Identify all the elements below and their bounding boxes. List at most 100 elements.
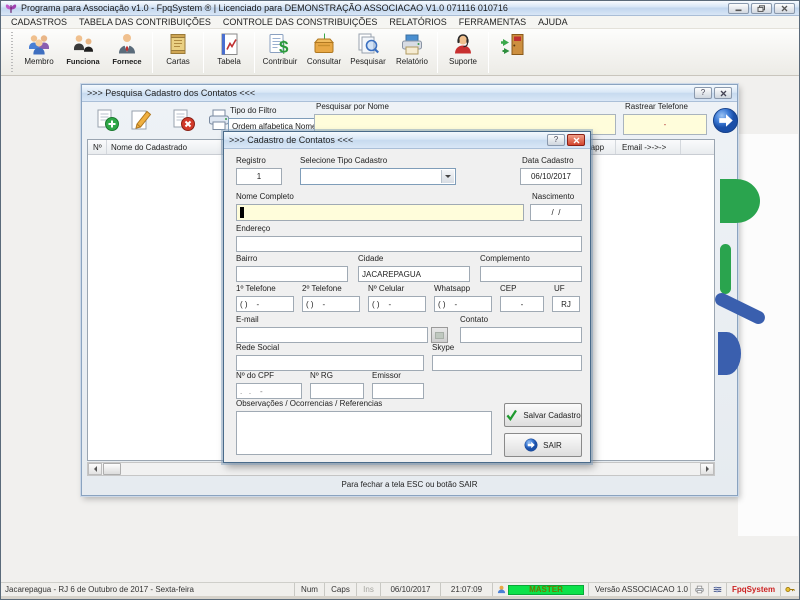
emissor-field[interactable] (372, 383, 424, 399)
search-help-button[interactable]: ? (694, 87, 712, 99)
contribute-icon: $ (266, 31, 294, 58)
rg-field[interactable] (310, 383, 364, 399)
cep-label: CEP (500, 284, 516, 293)
main-toolbar: Membro Funciona Fornece (1, 29, 799, 76)
cidade-field[interactable]: JACAREPAGUA (358, 266, 470, 282)
search-go-button[interactable] (712, 107, 739, 134)
whatsapp-label: Whatsapp (434, 284, 470, 293)
status-settings-segment[interactable] (709, 583, 727, 596)
contato-label: Contato (460, 315, 488, 324)
complemento-label: Complemento (480, 254, 530, 263)
toolbar-relatorio-button[interactable]: Relatório (390, 30, 434, 74)
toolbar-cartas-button[interactable]: Cartas (156, 30, 200, 74)
column-number[interactable]: Nº (93, 143, 102, 152)
search-window-titlebar[interactable]: >>> Pesquisa Cadastro dos Contatos <<< ? (82, 85, 737, 102)
menu-ajuda[interactable]: AJUDA (532, 17, 574, 27)
toolbar-contribuir-button[interactable]: $ Contribuir (258, 30, 302, 74)
trace-phone-label: Rastrear Telefone (625, 102, 688, 111)
dialog-title: >>> Cadastro de Contatos <<< (229, 135, 353, 145)
dialog-help-button[interactable]: ? (547, 134, 565, 146)
status-printer-segment[interactable] (691, 583, 709, 596)
column-name[interactable]: Nome do Cadastrado (111, 143, 187, 152)
status-ins: Ins (357, 583, 381, 596)
supplier-icon (113, 31, 141, 58)
close-icon (573, 137, 580, 144)
edit-record-icon[interactable] (128, 107, 154, 133)
endereco-label: Endereço (236, 224, 270, 233)
toolbar-pesquisar-label: Pesquisar (350, 58, 386, 66)
report-printer-icon (398, 31, 426, 58)
nome-completo-field[interactable] (236, 204, 524, 221)
window-title: Programa para Associação v1.0 - FpqSyste… (21, 3, 508, 13)
dialog-close-button[interactable] (567, 134, 585, 146)
uf-field[interactable]: RJ (552, 296, 580, 312)
nascimento-field[interactable]: / / (530, 204, 582, 221)
emissor-label: Emissor (372, 371, 401, 380)
cpf-field[interactable]: . . - (236, 383, 302, 399)
observacoes-field[interactable] (236, 411, 492, 455)
rede-social-field[interactable] (236, 355, 424, 371)
restore-button[interactable] (751, 3, 772, 14)
toolbar-membro-label: Membro (24, 58, 53, 66)
chevron-down-icon[interactable] (441, 170, 454, 183)
column-email[interactable]: Email ->->-> (622, 143, 666, 152)
toolbar-funciona-label: Funciona (66, 58, 99, 66)
celular-field[interactable]: ( ) - (368, 296, 426, 312)
endereco-field[interactable] (236, 236, 582, 252)
email-field[interactable] (236, 327, 428, 343)
minimize-button[interactable] (728, 3, 749, 14)
bairro-field[interactable] (236, 266, 348, 282)
menu-cadastros[interactable]: CADASTROS (5, 17, 73, 27)
toolbar-membro-button[interactable]: Membro (17, 30, 61, 74)
skype-field[interactable] (432, 355, 582, 371)
toolbar-fornece-button[interactable]: Fornece (105, 30, 149, 74)
toolbar-exit-button[interactable] (492, 30, 536, 74)
registro-field[interactable]: 1 (236, 168, 282, 185)
telefone1-field[interactable]: ( ) - (236, 296, 294, 312)
toolbar-grip (11, 32, 13, 74)
grid-horizontal-scrollbar[interactable] (87, 462, 715, 476)
toolbar-separator (254, 32, 255, 73)
status-location: Jacarepagua - RJ 6 de Outubro de 2017 - … (1, 583, 295, 596)
support-icon (449, 31, 477, 58)
close-button[interactable] (774, 3, 795, 14)
telefone2-field[interactable]: ( ) - (302, 296, 360, 312)
sliders-icon (713, 585, 722, 594)
salvar-cadastro-button[interactable]: Salvar Cadastro (504, 403, 582, 427)
search-close-button[interactable] (714, 87, 732, 99)
toolbar-tabela-button[interactable]: Tabela (207, 30, 251, 74)
registro-label: Registro (236, 156, 266, 165)
complemento-field[interactable] (480, 266, 582, 282)
menu-relatorios[interactable]: RELATÓRIOS (383, 17, 452, 27)
scrollbar-thumb[interactable] (103, 463, 121, 475)
contato-field[interactable] (460, 327, 582, 343)
trace-phone-input[interactable]: - (623, 114, 707, 135)
scroll-left-icon[interactable] (88, 463, 102, 475)
status-key-segment[interactable] (781, 583, 799, 596)
toolbar-suporte-button[interactable]: Suporte (441, 30, 485, 74)
menu-tabela-contribuicoes[interactable]: TABELA DAS CONTRIBUIÇÕES (73, 17, 217, 27)
send-email-button[interactable] (431, 327, 448, 343)
add-record-icon[interactable] (94, 107, 120, 133)
scroll-right-icon[interactable] (700, 463, 714, 475)
tipo-cadastro-select[interactable] (300, 168, 456, 185)
data-cadastro-field[interactable]: 06/10/2017 (520, 168, 582, 185)
check-icon (505, 409, 518, 421)
celular-label: Nº Celular (368, 284, 404, 293)
status-user-segment: MASTER (493, 583, 589, 596)
svg-text:$: $ (279, 38, 289, 57)
cep-field[interactable]: - (500, 296, 544, 312)
delete-record-icon[interactable] (170, 107, 196, 133)
toolbar-consultar-button[interactable]: Consultar (302, 30, 346, 74)
whatsapp-field[interactable]: ( ) - (434, 296, 492, 312)
exit-door-icon (500, 31, 528, 58)
menu-ferramentas[interactable]: FERRAMENTAS (453, 17, 532, 27)
tipo-cadastro-label: Selecione Tipo Cadastro (300, 156, 387, 165)
sair-button[interactable]: SAIR (504, 433, 582, 457)
dialog-titlebar[interactable]: >>> Cadastro de Contatos <<< ? (224, 132, 590, 149)
menu-controle-contribuicoes[interactable]: CONTROLE DAS CONSTRIBUIÇÕES (217, 17, 384, 27)
toolbar-pesquisar-button[interactable]: Pesquisar (346, 30, 390, 74)
toolbar-separator (152, 32, 153, 73)
toolbar-separator (437, 32, 438, 73)
toolbar-funciona-button[interactable]: Funciona (61, 30, 105, 74)
